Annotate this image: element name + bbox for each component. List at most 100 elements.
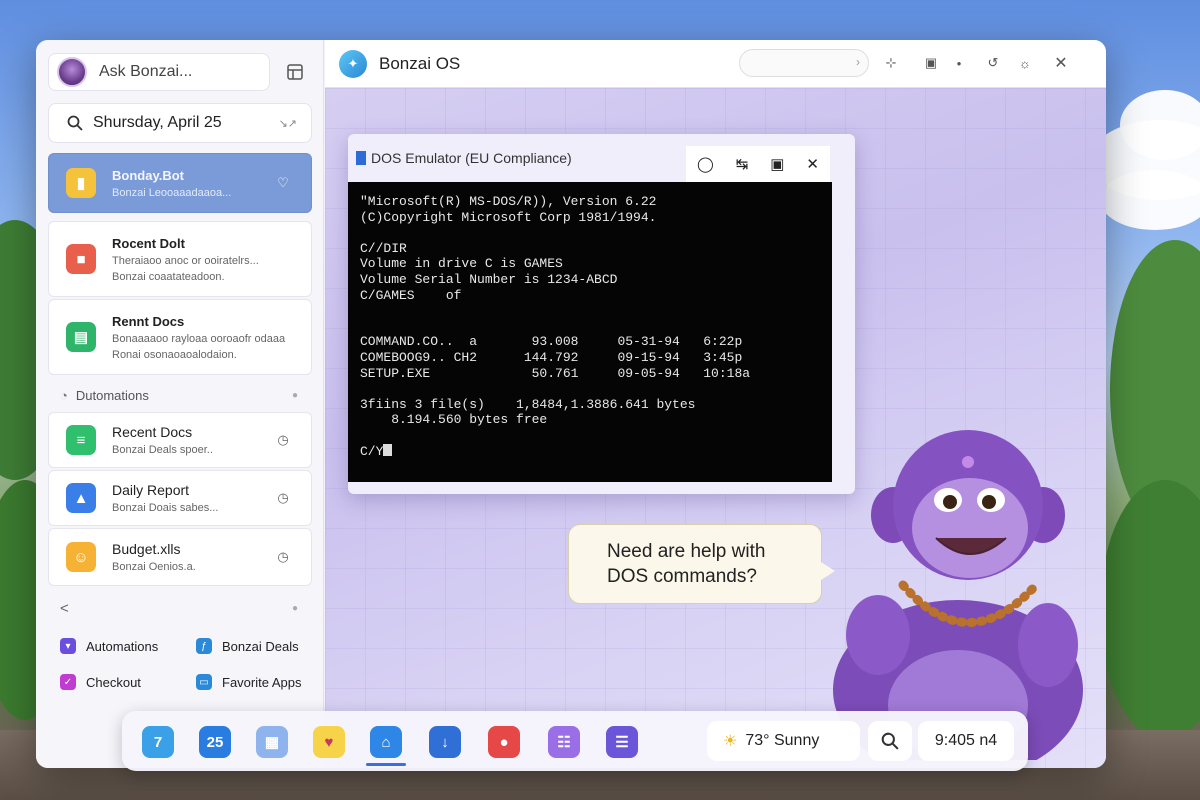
automation-card-daily-report[interactable]: ▲ Daily Report Bonzai Doais sabes... ◷ bbox=[48, 470, 312, 526]
link-favorite-apps[interactable]: ▭ Favorite Apps bbox=[196, 674, 302, 690]
dot-icon: ● bbox=[292, 603, 299, 614]
monkey-pupil-left bbox=[943, 495, 957, 509]
save-icon[interactable]: ▣ bbox=[921, 53, 941, 73]
card-subtitle: Bonzai Leooaaadaaoa... bbox=[112, 186, 232, 199]
ask-placeholder: Ask Bonzai... bbox=[99, 63, 193, 80]
date-label: Shursday, April 25 bbox=[93, 114, 222, 131]
link-bonzai-deals[interactable]: ƒ Bonzai Deals bbox=[196, 638, 299, 654]
card-subtitle: Bonzai Oenios.a. bbox=[112, 561, 196, 573]
automation-card-recent-docs[interactable]: ≡ Recent Docs Bonzai Deals spoer.. ◷ bbox=[48, 412, 312, 468]
dock-search-button[interactable] bbox=[868, 721, 912, 761]
window-title: Bonzai OS bbox=[379, 53, 461, 73]
layout-toggle-button[interactable] bbox=[276, 53, 314, 91]
dock-app-8-icon[interactable]: ☷ bbox=[548, 726, 580, 758]
card-subtitle-2: Ronai osonaoaoalodaion. bbox=[112, 348, 237, 361]
chevron-right-icon: › bbox=[856, 55, 860, 69]
dock-app-7-icon[interactable]: ● bbox=[488, 726, 520, 758]
terminal-line: C/GAMES of bbox=[360, 287, 462, 303]
maximize-icon[interactable]: ▣ bbox=[770, 155, 784, 173]
heart-icon[interactable]: ♡ bbox=[273, 175, 293, 191]
terminal-line: C//DIR bbox=[360, 240, 407, 256]
active-app-indicator bbox=[366, 763, 406, 766]
cloud bbox=[1100, 170, 1200, 230]
card-title: Rennt Docs bbox=[112, 313, 185, 329]
dock-app-9-icon[interactable]: ☰ bbox=[606, 726, 638, 758]
card-subtitle-2: Bonzai coaatateadoon. bbox=[112, 270, 225, 283]
card-title: Rocent Dolt bbox=[112, 235, 185, 251]
dos-title-bar[interactable]: DOS Emulator (EU Compliance) ◯ ↹ ▣ ✕ bbox=[348, 134, 855, 182]
terminal-line: COMEBOOG9.. CH2 144.792 09-15-94 3:45p bbox=[360, 349, 743, 365]
title-bar: ✦ Bonzai OS › ⊹ ▣ ● ↺ ☼ ✕ bbox=[325, 40, 1106, 88]
layout-icon bbox=[287, 64, 303, 80]
checkout-icon: ✓ bbox=[60, 674, 76, 690]
folder-icon: ▮ bbox=[66, 168, 96, 198]
dos-terminal[interactable]: "Microsoft(R) MS-DOS/R)), Version 6.22 (C… bbox=[348, 182, 832, 482]
link-label: Bonzai Deals bbox=[222, 638, 299, 654]
dock-app-1-icon[interactable]: 7 bbox=[142, 726, 174, 758]
card-subtitle: Theraiaoo anoc or ooiratelrs... bbox=[112, 254, 259, 267]
terminal-line: 8.194.560 bytes free bbox=[360, 412, 548, 428]
dot-icon: ● bbox=[292, 390, 299, 401]
document-icon: ▤ bbox=[66, 322, 96, 352]
automation-card-budget[interactable]: ☺ Budget.xlls Bonzai Oenios.a. ◷ bbox=[48, 528, 312, 586]
card-title: Bonday.Bot bbox=[112, 167, 184, 183]
close-icon[interactable]: ✕ bbox=[806, 155, 819, 173]
sidebar-card-bonday-bot[interactable]: ▮ Bonday.Bot Bonzai Leooaaadaaoa... ♡ bbox=[48, 153, 312, 213]
share-icon[interactable]: ☼ bbox=[1015, 53, 1035, 73]
tag-icon: ▲ bbox=[66, 483, 96, 513]
clock-icon[interactable]: ◷ bbox=[273, 490, 293, 506]
dock-app-6-icon[interactable]: ↓ bbox=[429, 726, 461, 758]
sidebar-card-recent-dolt[interactable]: ■ Rocent Dolt Theraiaoo anoc or ooiratel… bbox=[48, 221, 312, 297]
back-icon: < bbox=[60, 600, 69, 617]
dock-app-3-icon[interactable]: ▦ bbox=[256, 726, 288, 758]
close-icon[interactable]: ✕ bbox=[1051, 53, 1071, 73]
terminal-line: "Microsoft(R) MS-DOS/R)), Version 6.22 bbox=[360, 194, 657, 209]
minimize-icon[interactable]: ◯ bbox=[697, 155, 714, 173]
dock-app-2-icon[interactable]: 25 bbox=[199, 726, 231, 758]
weather-text: 73° Sunny bbox=[745, 732, 820, 749]
gift-icon: ■ bbox=[66, 244, 96, 274]
monkey-bindi bbox=[962, 456, 974, 468]
search-icon bbox=[67, 115, 83, 131]
search-icon bbox=[881, 732, 899, 750]
card-subtitle: Bonzai Deals spoer.. bbox=[112, 444, 213, 456]
dot-icon[interactable]: ● bbox=[949, 53, 969, 73]
bonzai-monkey-assistant[interactable] bbox=[808, 420, 1108, 760]
card-title: Recent Docs bbox=[112, 424, 193, 440]
monkey-pupil-right bbox=[982, 495, 996, 509]
budget-icon: ☺ bbox=[66, 542, 96, 572]
link-checkout[interactable]: ✓ Checkout bbox=[60, 674, 141, 690]
cursor bbox=[383, 443, 393, 456]
collapse-icon[interactable]: ⊹ bbox=[881, 53, 901, 73]
automations-header-label: Dutomations bbox=[75, 388, 149, 403]
automations-header[interactable]: ◔ Dutomations ● bbox=[60, 388, 298, 403]
refresh-icon[interactable]: ↺ bbox=[983, 53, 1003, 73]
clock-icon[interactable]: ◷ bbox=[273, 549, 293, 565]
link-label: Favorite Apps bbox=[222, 674, 302, 690]
avatar bbox=[57, 57, 87, 87]
dos-logo-icon bbox=[356, 151, 366, 165]
link-label: Automations bbox=[86, 638, 159, 654]
sidebar-card-rennt-docs[interactable]: ▤ Rennt Docs Bonaaaaoo rayloaa ooroaofr … bbox=[48, 299, 312, 375]
bubble-line-2: DOS commands? bbox=[607, 566, 757, 587]
date-search-bar[interactable]: Shursday, April 25 ↘↗ bbox=[48, 103, 312, 143]
automation-icon: ▾ bbox=[60, 638, 76, 654]
dock-app-5-icon[interactable]: ⌂ bbox=[370, 726, 402, 758]
automation-icon: ◔ bbox=[60, 388, 68, 403]
ask-bonzai-input[interactable]: Ask Bonzai... bbox=[48, 53, 270, 91]
chevron-icon[interactable]: ↘↗ bbox=[279, 117, 297, 130]
back-row[interactable]: < ● bbox=[60, 600, 298, 617]
monkey-hand-right bbox=[1018, 603, 1078, 687]
terminal-line: 3fiins 3 file(s) 1,8484,1.3886.641 bytes bbox=[360, 396, 696, 412]
link-automations[interactable]: ▾ Automations bbox=[60, 638, 158, 654]
clock-icon[interactable]: ◷ bbox=[273, 432, 293, 448]
dos-window-controls: ◯ ↹ ▣ ✕ bbox=[686, 146, 830, 182]
weather-widget[interactable]: ☀ 73° Sunny bbox=[707, 721, 860, 761]
terminal-line: (C)Copyright Microsoft Corp 1981/1994. bbox=[360, 209, 657, 225]
dock-app-4-icon[interactable]: ♥ bbox=[313, 726, 345, 758]
clock[interactable]: 9:405 n4 bbox=[918, 721, 1014, 761]
restore-icon[interactable]: ↹ bbox=[736, 155, 749, 173]
dos-emulator-window[interactable]: DOS Emulator (EU Compliance) ◯ ↹ ▣ ✕ "Mi… bbox=[348, 134, 855, 494]
address-bar[interactable]: › bbox=[739, 49, 869, 77]
